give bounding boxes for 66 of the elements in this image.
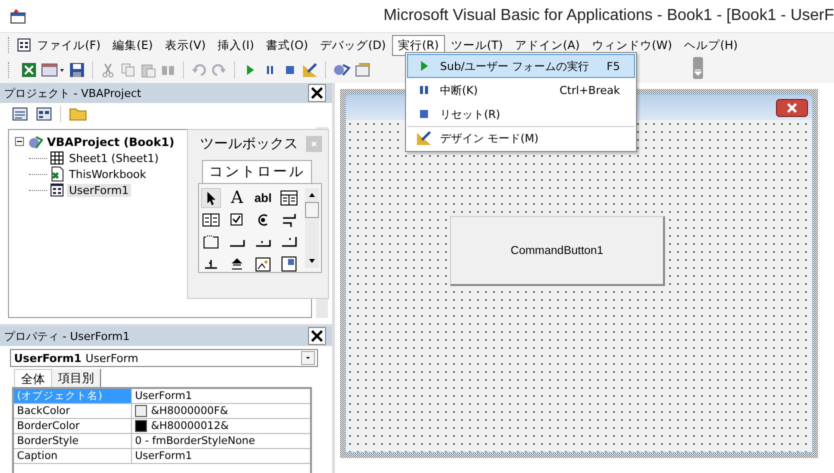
cut-icon[interactable] — [100, 62, 116, 78]
menu-item[interactable]: 表示(V) — [158, 34, 212, 56]
tree-item[interactable]: Sheet1 (Sheet1) — [67, 152, 161, 164]
property-value[interactable]: &H8000000F& — [151, 405, 228, 417]
command-button[interactable]: CommandButton1 — [450, 216, 665, 286]
ruler-pencil-icon[interactable] — [302, 62, 318, 78]
sheet-icon — [49, 150, 65, 166]
object-dropdown[interactable]: UserForm1 UserForm — [10, 349, 318, 367]
pause-icon — [419, 84, 429, 96]
properties-icon[interactable] — [355, 62, 371, 78]
menu-item[interactable]: デザイン モード(M) — [407, 126, 635, 150]
close-icon[interactable] — [308, 327, 326, 345]
pane-title: プロパティ - UserForm1 — [4, 328, 130, 344]
window-title: Microsoft Visual Basic for Applications - Book1 - [Book1 - UserF — [383, 7, 834, 25]
textbox-tool[interactable]: abl — [253, 188, 273, 208]
tree-item[interactable]: UserForm1 — [67, 184, 131, 196]
menu-item[interactable]: 編集(E) — [106, 34, 159, 56]
folder-icon[interactable] — [69, 107, 87, 121]
menu-item[interactable]: デバッグ(D) — [314, 34, 392, 56]
workbook-icon — [49, 166, 65, 182]
property-value[interactable]: &H80000012& — [151, 420, 229, 432]
property-value[interactable]: UserForm1 — [135, 390, 192, 402]
tab[interactable]: コントロール — [202, 160, 312, 183]
menu-item[interactable]: 挿入(I) — [212, 34, 260, 56]
collapse-toggle[interactable] — [15, 137, 25, 147]
combobox-icon[interactable] — [279, 188, 299, 208]
close-icon[interactable] — [776, 98, 808, 116]
toolbox-title: ツールボックス — [200, 135, 298, 153]
property-name[interactable]: Caption — [14, 449, 132, 463]
toolbar-options-icon[interactable] — [693, 57, 703, 79]
label-tool[interactable]: A — [227, 188, 247, 208]
tree-item[interactable]: ThisWorkbook — [67, 168, 148, 180]
scroll-thumb[interactable] — [305, 202, 319, 218]
scrollbar[interactable] — [305, 188, 319, 268]
spreadsheet-icon[interactable] — [21, 62, 37, 78]
run-icon — [419, 60, 429, 72]
save-icon[interactable] — [69, 62, 85, 78]
app-icon — [10, 8, 26, 24]
ruler-pencil-icon — [416, 130, 432, 146]
menu-item[interactable]: ファイル(F) — [31, 34, 107, 56]
pointer-icon[interactable] — [201, 188, 221, 208]
menu-item[interactable]: リセット(R) — [407, 102, 635, 126]
property-name[interactable]: BorderStyle — [14, 434, 132, 448]
form-icon — [49, 182, 65, 198]
property-name[interactable]: BorderColor — [14, 419, 132, 433]
project-explorer-icon[interactable] — [333, 62, 351, 78]
pane-title: プロジェクト - VBAProject — [4, 86, 142, 100]
view-object-icon[interactable] — [36, 107, 52, 121]
tab[interactable]: 項目別 — [52, 369, 101, 387]
menu-item[interactable]: アドイン(A) — [508, 34, 586, 56]
form-window-icon[interactable] — [41, 62, 65, 78]
property-value[interactable]: 0 - fmBorderStyleNone — [135, 435, 256, 447]
property-value[interactable]: UserForm1 — [135, 450, 192, 462]
form-icon — [17, 38, 31, 52]
menu-item[interactable]: ウィンドウ(W) — [586, 34, 678, 56]
tree-item[interactable]: VBAProject (Book1) — [45, 135, 176, 149]
menu-item[interactable]: ヘルプ(H) — [678, 34, 744, 56]
close-icon[interactable] — [308, 84, 326, 102]
view-code-icon[interactable] — [12, 107, 28, 121]
project-icon — [27, 134, 43, 150]
menu-item[interactable]: ツール(T) — [444, 34, 509, 56]
tab[interactable]: 全体 — [14, 369, 52, 387]
menu-item[interactable]: 書式(O) — [260, 34, 314, 56]
stop-icon — [419, 109, 429, 119]
property-name[interactable]: BackColor — [14, 404, 132, 418]
menu-item[interactable]: Sub/ユーザー フォームの実行 F5 — [407, 54, 635, 78]
